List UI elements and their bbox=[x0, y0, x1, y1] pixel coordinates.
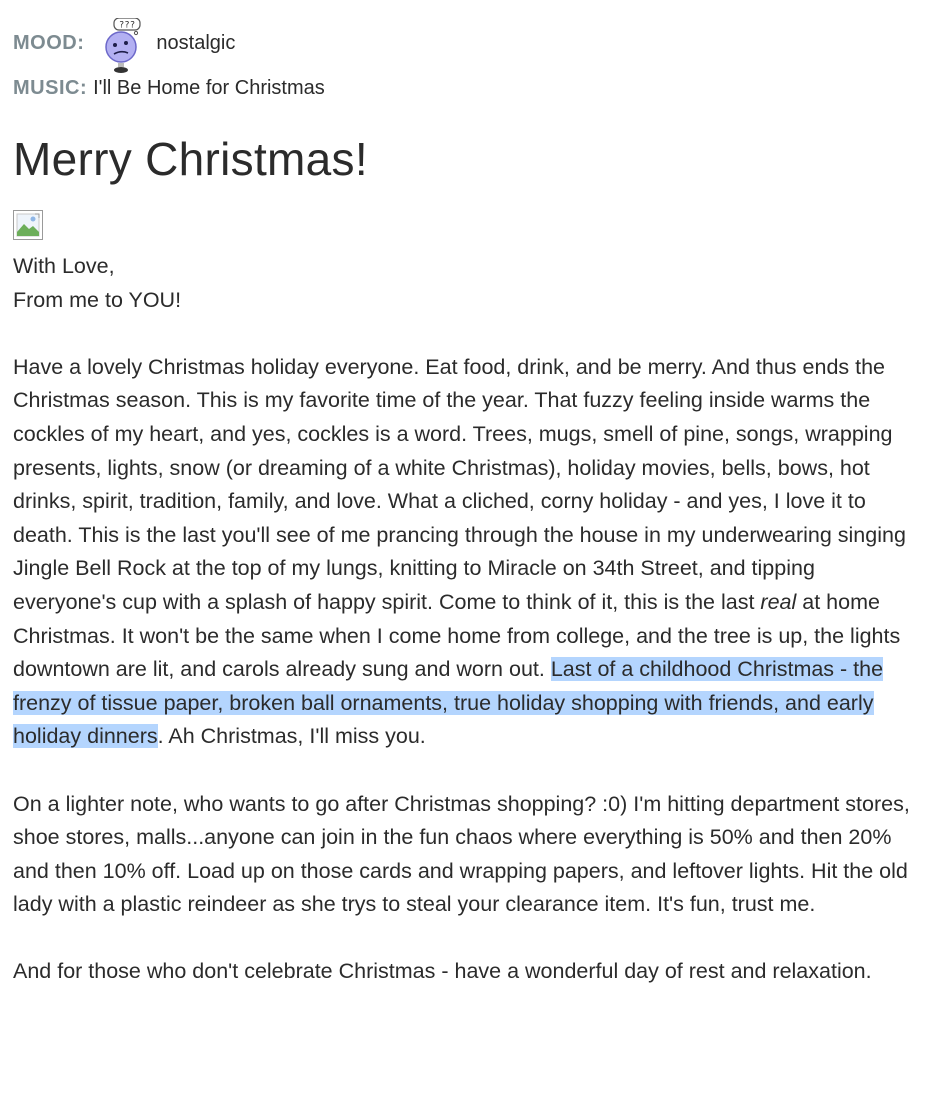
paragraph-1-part-1: Have a lovely Christmas holiday everyone… bbox=[13, 354, 906, 614]
post-title: Merry Christmas! bbox=[13, 133, 368, 185]
paragraph-1: Have a lovely Christmas holiday everyone… bbox=[13, 351, 919, 754]
mood-value: nostalgic bbox=[156, 31, 236, 54]
paragraph-3: And for those who don't celebrate Christ… bbox=[13, 959, 872, 984]
journal-entry: MOOD: ??? nostalgic MUSIC: I'll Be Home … bbox=[0, 12, 931, 1120]
music-label: MUSIC: bbox=[13, 76, 88, 99]
greeting-line-1: With Love, bbox=[13, 254, 115, 278]
post-body: With Love, From me to YOU! Have a lovely… bbox=[13, 250, 923, 989]
paragraph-1-italic: real bbox=[760, 589, 797, 614]
greeting: With Love, From me to YOU! bbox=[13, 250, 919, 317]
paragraph-2: On a lighter note, who wants to go after… bbox=[13, 791, 910, 917]
mood-row: MOOD: ??? nostalgic bbox=[13, 12, 923, 74]
svg-text:???: ??? bbox=[119, 21, 135, 31]
mood-label: MOOD: bbox=[13, 31, 85, 54]
greeting-line-2: From me to YOU! bbox=[13, 287, 182, 312]
paragraph-1-part-3: . Ah Christmas, I'll miss you. bbox=[157, 724, 426, 749]
music-row: MUSIC: I'll Be Home for Christmas bbox=[13, 70, 923, 106]
broken-image-icon bbox=[13, 210, 43, 240]
confused-face-icon: ??? bbox=[102, 17, 142, 80]
